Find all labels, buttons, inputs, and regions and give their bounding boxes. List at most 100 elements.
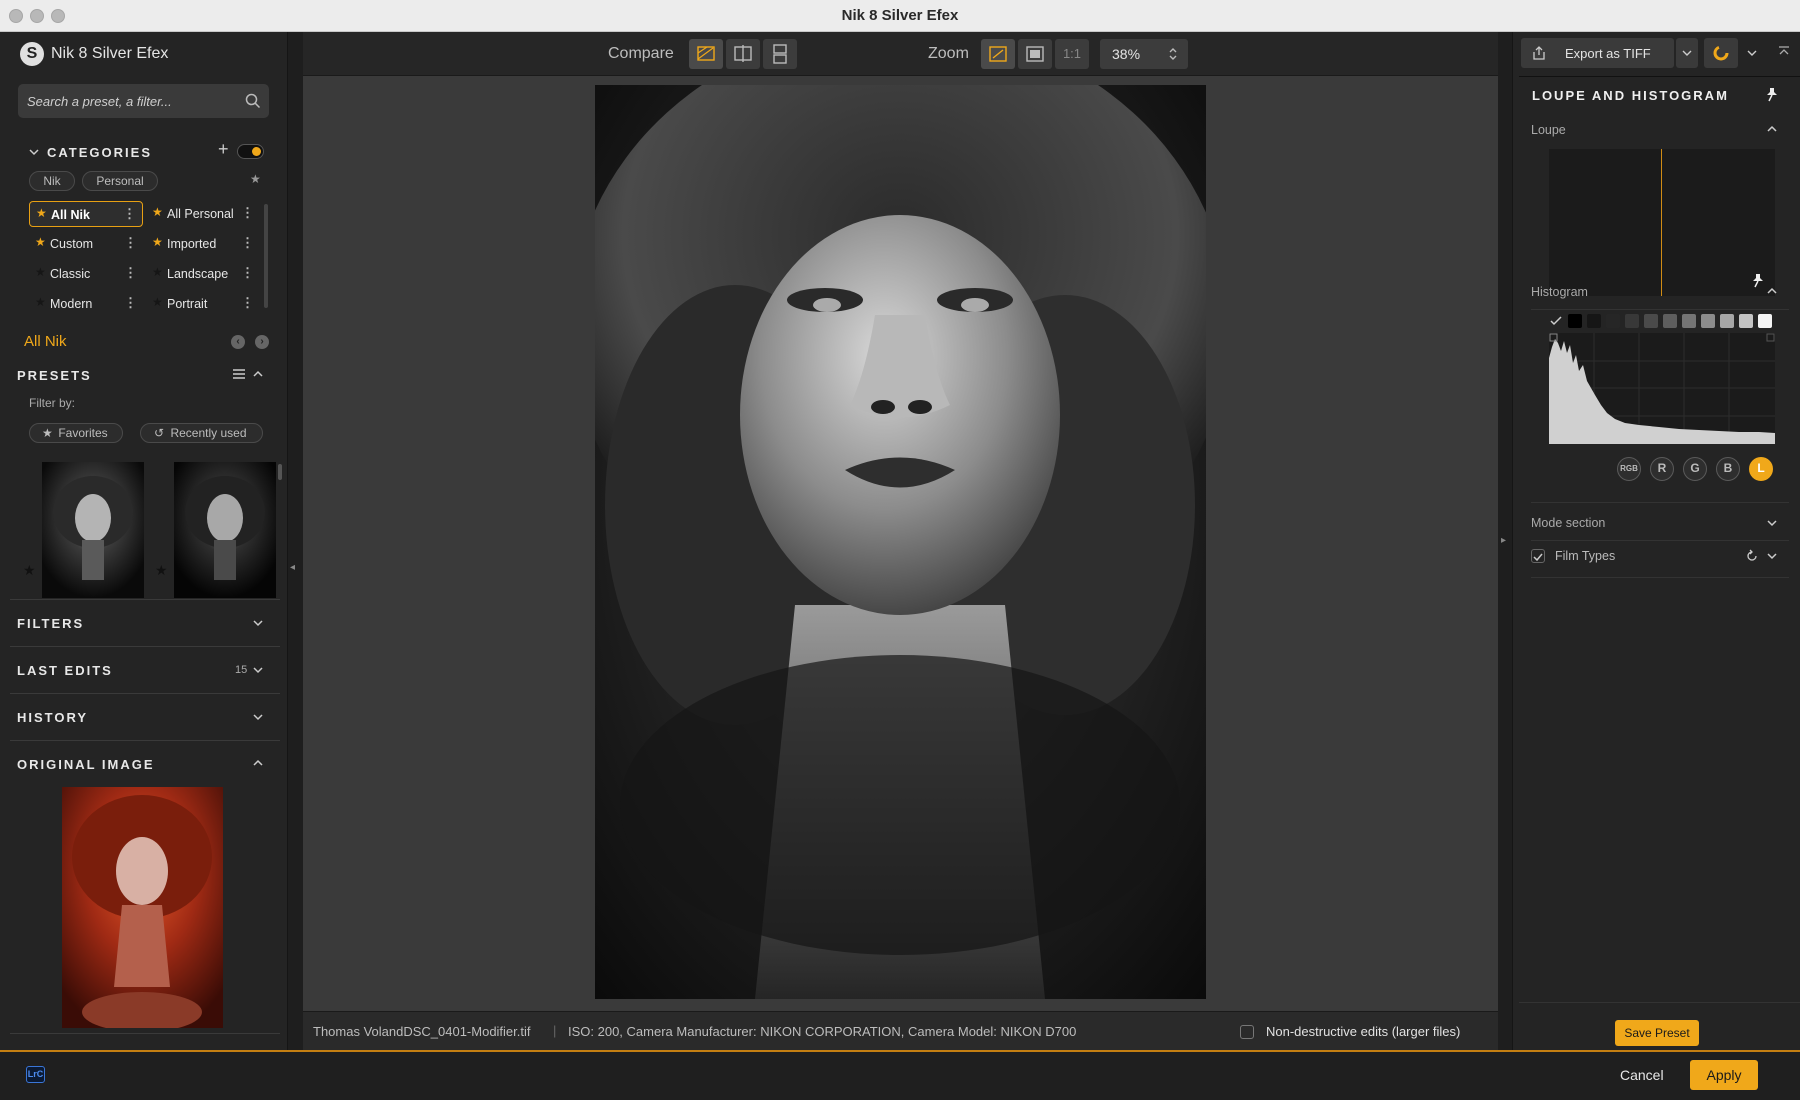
shadow-clipping-checkbox[interactable] [1549,314,1563,328]
pin-icon[interactable] [1751,272,1765,288]
presets-collapse-icon[interactable] [251,367,265,381]
original-image-header[interactable]: ORIGINAL IMAGE [17,757,155,772]
more-options-icon[interactable]: ⋮ [124,265,137,281]
channel-b-button[interactable]: B [1716,457,1740,481]
favorite-filter-icon[interactable]: ★ [250,172,261,186]
category-portrait[interactable]: ★ Portrait ⋮ [146,291,260,317]
processing-button[interactable] [1704,38,1738,68]
collapse-top-icon[interactable] [1777,45,1791,59]
loupe-label: Loupe [1531,123,1566,137]
more-options-icon[interactable]: ⋮ [241,235,254,251]
compare-side-by-side-button[interactable] [763,39,797,69]
more-options-icon[interactable]: ⋮ [124,235,137,251]
category-label: All Personal [167,207,234,221]
category-label: All Nik [51,208,90,222]
cancel-button[interactable]: Cancel [1620,1067,1664,1083]
more-options-icon[interactable]: ⋮ [241,295,254,311]
collapse-right-panel-icon[interactable]: ▸ [1501,535,1511,549]
categories-toggle[interactable] [237,144,264,159]
previous-arrow-icon[interactable]: ‹ [231,335,245,349]
channel-l-button[interactable]: L [1749,457,1773,481]
search-input[interactable] [27,84,237,118]
categories-header: CATEGORIES [47,145,152,160]
category-chip-nik[interactable]: Nik [29,171,75,191]
last-edits-header[interactable]: LAST EDITS [17,663,113,678]
loupe-collapse-icon[interactable] [1765,122,1779,136]
more-options-icon[interactable]: ⋮ [124,295,137,311]
category-classic[interactable]: ★ Classic ⋮ [29,261,143,287]
stepper-icon [1169,48,1177,60]
category-modern[interactable]: ★ Modern ⋮ [29,291,143,317]
save-preset-button[interactable]: Save Preset [1615,1020,1699,1046]
star-icon[interactable]: ★ [23,562,36,579]
filters-header[interactable]: FILTERS [17,616,84,631]
loupe-histogram-title: LOUPE AND HISTOGRAM [1532,88,1729,103]
more-options-icon[interactable]: ⋮ [241,205,254,221]
mode-section-label[interactable]: Mode section [1531,516,1605,530]
preset-thumbnail[interactable] [174,462,276,598]
next-arrow-icon[interactable]: › [255,335,269,349]
star-icon: ★ [35,295,46,309]
preview-image[interactable] [595,85,1206,999]
collapse-left-panel-icon[interactable]: ◂ [290,562,300,576]
lightroom-icon: LrC [26,1066,45,1083]
list-view-icon[interactable] [232,368,246,380]
file-name: Thomas VolandDSC_0401-Modifier.tif [313,1024,531,1039]
star-icon: ★ [35,265,46,279]
reset-icon[interactable] [1745,549,1759,563]
category-imported[interactable]: ★ Imported ⋮ [146,231,260,257]
pin-icon[interactable] [1765,86,1779,102]
original-image-thumbnail [62,787,223,1028]
channel-rgb-button[interactable]: RGB [1617,457,1641,481]
preset-thumbnail[interactable] [42,462,144,598]
history-header[interactable]: HISTORY [17,710,88,725]
filters-expand-icon[interactable] [251,616,265,630]
category-landscape[interactable]: ★ Landscape ⋮ [146,261,260,287]
categories-scrollbar[interactable] [264,204,268,308]
export-button[interactable]: Export as TIFF [1521,38,1674,68]
category-label: Modern [50,297,93,311]
compare-split-button[interactable] [726,39,760,69]
categories-collapse-icon[interactable] [27,145,41,159]
more-options-icon[interactable]: ⋮ [123,206,136,222]
apply-button[interactable]: Apply [1690,1060,1758,1090]
star-icon: ★ [42,426,53,440]
compare-overlay-button[interactable] [689,39,723,69]
category-all-nik[interactable]: ★ All Nik ⋮ [29,201,143,227]
filter-by-label: Filter by: [29,396,76,410]
film-types-label[interactable]: Film Types [1555,549,1615,563]
category-chip-personal[interactable]: Personal [82,171,158,191]
export-format-dropdown[interactable] [1676,38,1698,68]
zoom-fit-button[interactable] [981,39,1015,69]
film-types-expand-icon[interactable] [1765,549,1779,563]
category-custom[interactable]: ★ Custom ⋮ [29,231,143,257]
star-icon[interactable]: ★ [155,562,168,579]
zoom-fill-button[interactable] [1018,39,1052,69]
history-expand-icon[interactable] [251,710,265,724]
category-all-personal[interactable]: ★ All Personal ⋮ [146,201,260,227]
compare-label: Compare [608,45,674,62]
original-image-collapse-icon[interactable] [251,756,265,770]
add-category-icon[interactable]: + [218,139,229,160]
last-edits-count: 15 [235,664,248,676]
main-canvas: Compare Zoom 1:1 38% Thomas VolandDSC_04… [303,32,1498,1050]
nondestructive-checkbox[interactable] [1240,1025,1254,1039]
exif-info: ISO: 200, Camera Manufacturer: NIKON COR… [568,1024,1077,1039]
category-label: Landscape [167,267,229,281]
recently-used-filter-button[interactable]: ↺ Recently used [140,423,263,443]
favorites-filter-button[interactable]: ★ Favorites [29,423,123,443]
more-options-icon[interactable]: ⋮ [241,265,254,281]
search-icon[interactable] [245,93,261,109]
chevron-down-icon[interactable] [1746,47,1758,59]
last-edits-expand-icon[interactable] [251,663,265,677]
zoom-one-to-one-button[interactable]: 1:1 [1055,39,1089,69]
film-types-checkbox[interactable] [1531,549,1545,563]
histogram-collapse-icon[interactable] [1765,284,1779,298]
channel-g-button[interactable]: G [1683,457,1707,481]
loupe-view[interactable] [1549,149,1775,296]
mode-section-expand-icon[interactable] [1765,516,1779,530]
channel-r-button[interactable]: R [1650,457,1674,481]
fill-screen-icon [1026,46,1044,62]
zoom-level-select[interactable]: 38% [1100,39,1188,69]
presets-scrollbar[interactable] [278,464,282,480]
